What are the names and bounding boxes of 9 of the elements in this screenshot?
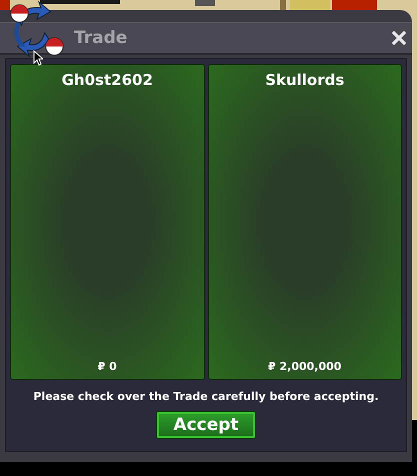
player-name: Gh0st2602 — [62, 71, 153, 89]
accept-button[interactable]: Accept — [156, 411, 256, 439]
money-amount: ₽ 0 — [98, 360, 117, 373]
cursor-icon — [33, 50, 43, 66]
money-amount: ₽ 2,000,000 — [268, 360, 342, 373]
close-icon[interactable] — [392, 31, 406, 45]
window-title: Trade — [74, 28, 128, 48]
player-name: Skullords — [265, 71, 344, 89]
warning-message: Please check over the Trade carefully before accepting. — [33, 390, 379, 403]
